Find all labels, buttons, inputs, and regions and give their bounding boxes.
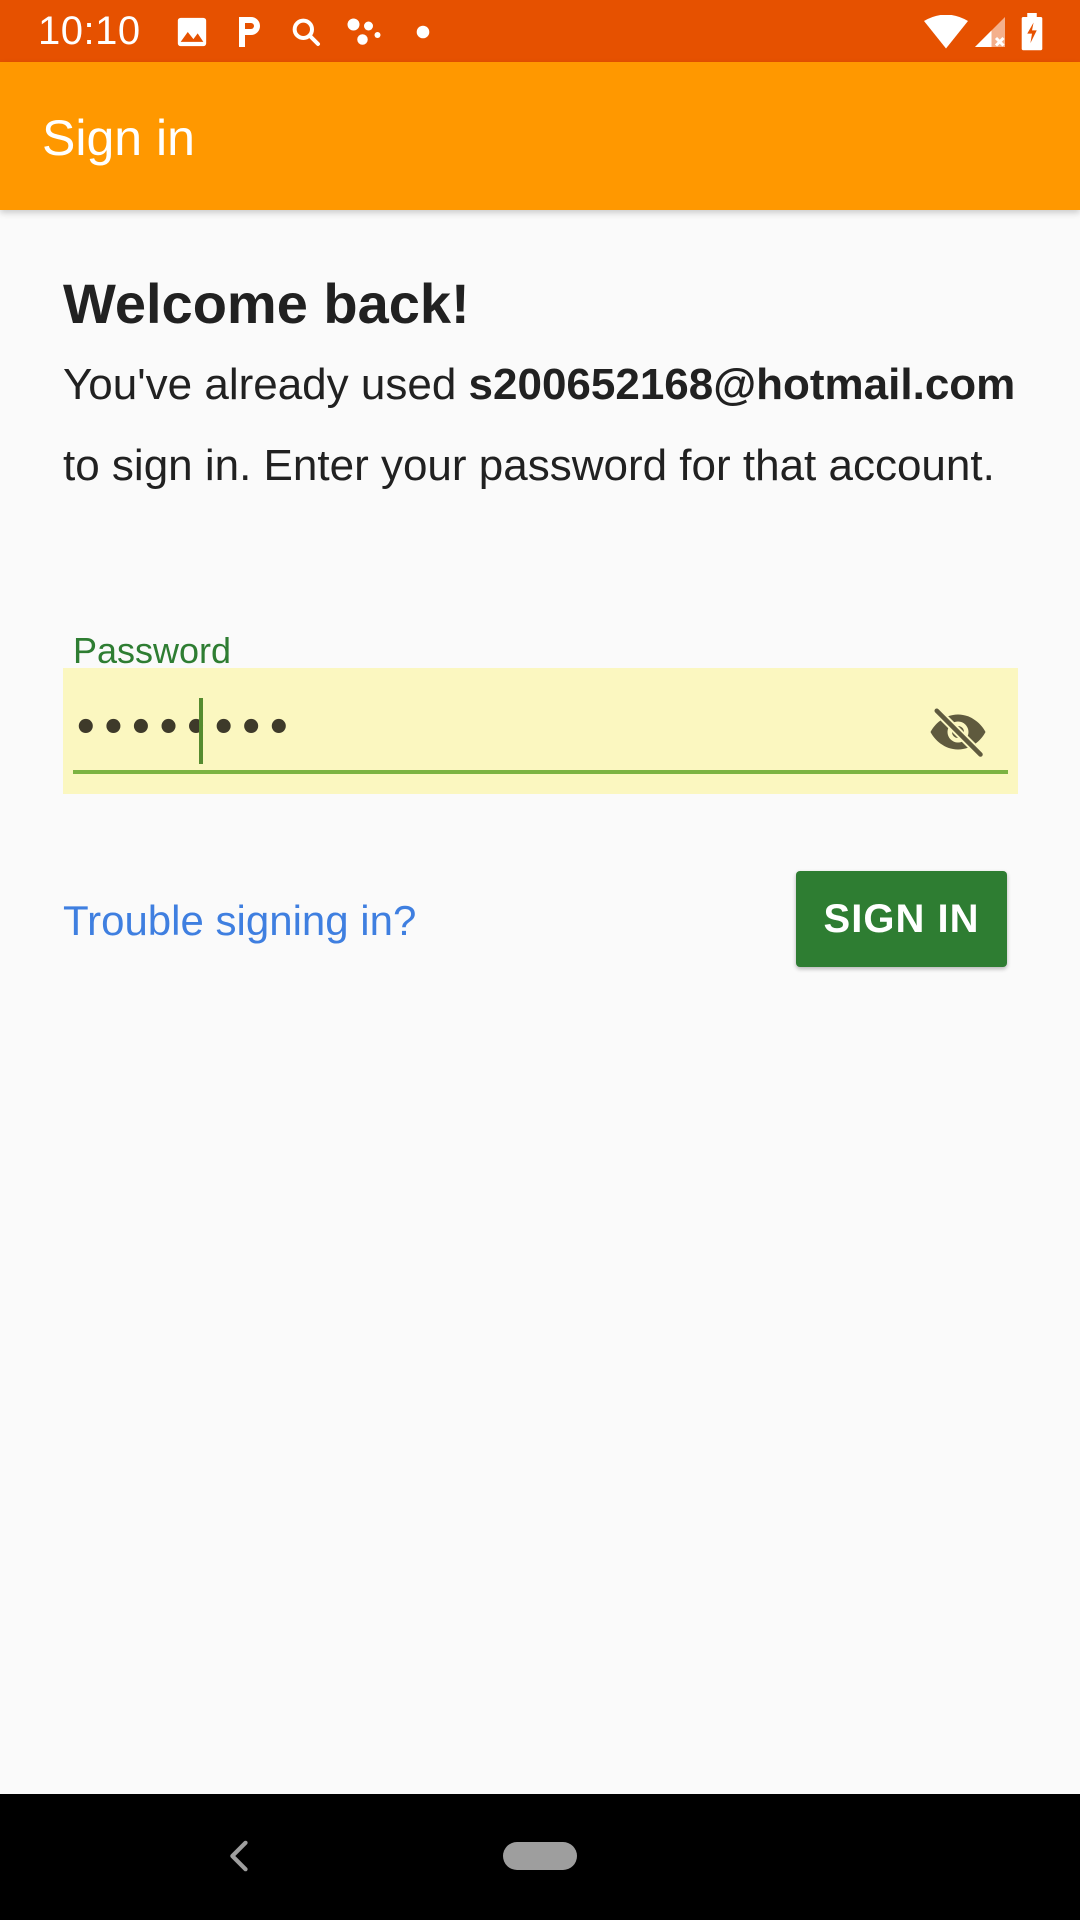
dot-icon	[403, 12, 443, 52]
home-pill-icon[interactable]	[503, 1842, 577, 1870]
signal-icon	[970, 12, 1010, 52]
input-underline	[73, 770, 1008, 774]
welcome-text-before: You've already used	[63, 360, 469, 409]
password-input[interactable]: ••••••••	[63, 668, 1018, 794]
image-icon	[172, 12, 212, 52]
welcome-title: Welcome back!	[63, 272, 470, 335]
password-value: ••••••••	[73, 705, 294, 751]
welcome-section: Welcome back! You've already used s20065…	[63, 210, 1018, 506]
status-bar: 10:10	[0, 0, 1080, 62]
password-label: Password	[73, 630, 232, 671]
sign-in-button[interactable]: SIGN IN	[796, 871, 1007, 967]
welcome-message: You've already used s200652168@hotmail.c…	[63, 344, 1018, 506]
navigation-bar	[0, 1794, 1080, 1920]
page-title: Sign in	[42, 110, 195, 166]
welcome-text-after: to sign in. Enter your password for that…	[63, 441, 995, 490]
p-icon	[228, 12, 268, 52]
screen: 10:10 Sign in Welcome back! You've alrea…	[0, 0, 1080, 1920]
trouble-signing-in-link[interactable]: Trouble signing in?	[63, 895, 416, 947]
app-bar: Sign in	[0, 62, 1080, 210]
dots-icon	[344, 12, 384, 52]
status-time: 10:10	[38, 9, 141, 53]
password-field-container: Password ••••••••	[63, 630, 1018, 794]
battery-icon	[1012, 12, 1052, 52]
wifi-icon	[920, 12, 972, 52]
text-cursor	[199, 698, 203, 764]
visibility-off-icon[interactable]	[926, 702, 990, 762]
search-icon	[286, 12, 326, 52]
back-icon[interactable]	[210, 1828, 266, 1884]
account-email: s200652168@hotmail.com	[468, 360, 1016, 409]
